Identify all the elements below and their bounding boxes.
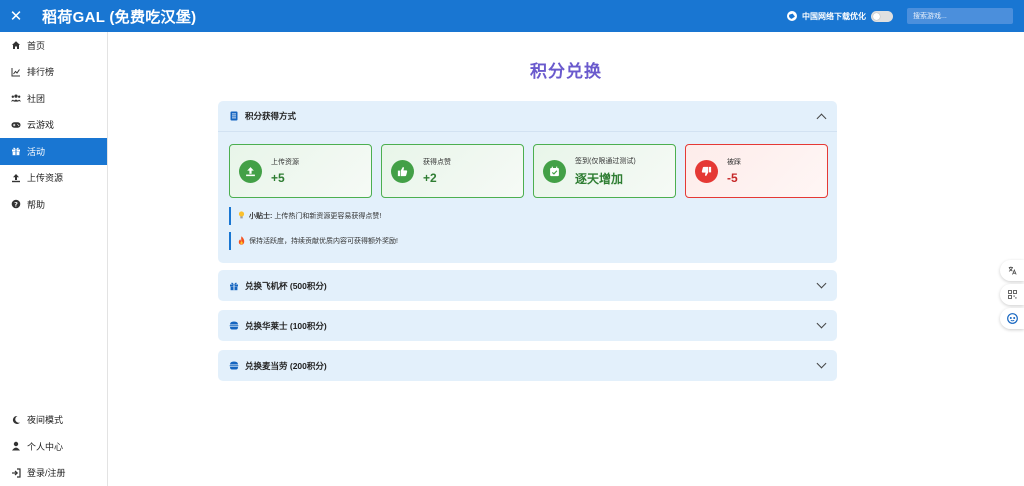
tip-line: 保持活跃度，持续贡献优质内容可获得额外奖励! [229, 232, 398, 250]
sidebar-item-label: 云游戏 [27, 120, 55, 131]
earn-card-label: 获得点赞 [423, 159, 451, 166]
tip-line: 小贴士: 上传热门和新资源更容易获得点赞! [229, 207, 381, 225]
tip-text: 上传热门和新资源更容易获得点赞! [274, 213, 382, 220]
thumbs-down-icon [695, 159, 718, 183]
top-right-tools: 中国网络下载优化 搜索游戏... [787, 8, 1013, 24]
sidebar-item-label: 活动 [27, 146, 46, 157]
sidebar-item-label: 个人中心 [27, 441, 64, 452]
burger-icon [229, 360, 239, 371]
redeem-panel-title: 兑换华莱士 (100积分) [245, 320, 327, 331]
redeem-panel-title: 兑换飞机杯 (500积分) [245, 280, 327, 291]
group-icon [11, 93, 21, 103]
thumbs-up-icon [391, 159, 414, 183]
redeem-panel-wallace[interactable]: 兑换华莱士 (100积分) [218, 310, 837, 341]
close-icon[interactable]: ✕ [0, 7, 32, 25]
translate-icon[interactable] [1000, 260, 1024, 281]
earn-card-label: 上传资源 [271, 159, 299, 166]
network-optimization-toggle[interactable] [871, 10, 893, 22]
upload-icon [239, 159, 262, 183]
network-optimization-label: 中国网络下载优化 [802, 11, 866, 21]
page-title: 积分兑换 [530, 62, 602, 81]
login-icon [11, 468, 21, 478]
sidebar-item-ranking[interactable]: 排行榜 [0, 59, 107, 86]
tip-text: 保持活跃度，持续贡献优质内容可获得额外奖励! [249, 238, 398, 245]
home-icon [11, 40, 21, 50]
earn-points-panel-header[interactable]: 积分获得方式 [218, 101, 837, 132]
earn-cards: 上传资源 +5 获得点赞 +2 签到(仅限通过测试) 逐天增加 被踩 -5 [229, 144, 828, 198]
assistant-robot-icon[interactable] [1000, 308, 1024, 329]
earn-card-label: 签到(仅限通过测试) [575, 157, 636, 165]
svg-text:?: ? [14, 201, 18, 209]
earn-card-value: +5 [271, 171, 285, 185]
tip-bold: 小贴士: [249, 213, 273, 220]
redeem-panel-header[interactable]: 兑换华莱士 (100积分) [218, 310, 837, 341]
calendar-check-icon [543, 159, 566, 183]
earn-card-downvote: 被踩 -5 [685, 144, 828, 198]
chart-icon [11, 67, 21, 77]
sidebar-item-label: 登录/注册 [27, 468, 66, 479]
fire-icon [238, 235, 245, 247]
chevron-down-icon[interactable] [816, 278, 827, 289]
top-app-bar: ✕ 稻荷GAL (免费吃汉堡) 中国网络下载优化 搜索游戏... [0, 0, 1024, 32]
globe-icon [787, 11, 797, 21]
sidebar-item-label: 排行榜 [27, 67, 55, 78]
sidebar-item-help[interactable]: ? 帮助 [0, 191, 107, 218]
sidebar-item-home[interactable]: 首页 [0, 32, 107, 59]
sidebar-item-community[interactable]: 社团 [0, 85, 107, 112]
earn-card-upload: 上传资源 +5 [229, 144, 372, 198]
gift-icon [229, 280, 239, 291]
earn-card-value: -5 [727, 171, 738, 185]
sidebar: 首页 排行榜 社团 云游戏 活动 上传资源 ? 帮助 夜间模式 个人中心 登录/… [0, 32, 108, 486]
sidebar-item-label: 社团 [27, 93, 46, 104]
document-icon [229, 111, 239, 122]
help-icon: ? [11, 199, 21, 209]
gift-icon [11, 146, 21, 156]
sidebar-item-upload[interactable]: 上传资源 [0, 165, 107, 192]
sidebar-item-login[interactable]: 登录/注册 [0, 460, 107, 486]
chevron-up-icon[interactable] [816, 113, 827, 123]
qrcode-icon[interactable] [1000, 284, 1024, 305]
sidebar-item-label: 帮助 [27, 199, 46, 210]
app-title: 稻荷GAL (免费吃汉堡) [42, 8, 197, 26]
earn-card-value: +2 [423, 171, 437, 185]
redeem-panel-title: 兑换麦当劳 (200积分) [245, 360, 327, 371]
search-input[interactable]: 搜索游戏... [907, 8, 1013, 24]
burger-icon [229, 320, 239, 331]
sidebar-item-profile[interactable]: 个人中心 [0, 433, 107, 460]
lightbulb-icon [238, 210, 245, 222]
sidebar-item-label: 首页 [27, 40, 46, 51]
redeem-panel-header[interactable]: 兑换麦当劳 (200积分) [218, 350, 837, 381]
moon-icon [11, 415, 21, 425]
sidebar-item-night-mode[interactable]: 夜间模式 [0, 407, 107, 434]
user-icon [11, 441, 21, 451]
earn-card-likes: 获得点赞 +2 [381, 144, 524, 198]
redeem-panel-cup[interactable]: 兑换飞机杯 (500积分) [218, 270, 837, 301]
gamepad-icon [11, 120, 21, 130]
network-optimization: 中国网络下载优化 [787, 10, 893, 22]
sidebar-item-cloud-game[interactable]: 云游戏 [0, 112, 107, 139]
sidebar-item-label: 上传资源 [27, 173, 64, 184]
redeem-panel-mcdonalds[interactable]: 兑换麦当劳 (200积分) [218, 350, 837, 381]
earn-card-checkin: 签到(仅限通过测试) 逐天增加 [533, 144, 676, 198]
chevron-down-icon[interactable] [816, 318, 827, 329]
earn-card-value: 逐天增加 [575, 171, 624, 186]
sidebar-bottom: 夜间模式 个人中心 登录/注册 [0, 407, 107, 486]
sidebar-item-events[interactable]: 活动 [0, 138, 107, 165]
chevron-down-icon[interactable] [816, 358, 827, 369]
earn-points-panel: 积分获得方式 上传资源 +5 获得点赞 +2 签到(仅限通过测试) 逐天增加 被… [218, 101, 837, 263]
redeem-panel-header[interactable]: 兑换飞机杯 (500积分) [218, 270, 837, 301]
sidebar-item-label: 夜间模式 [27, 415, 64, 426]
upload-icon [11, 173, 21, 183]
earn-card-label: 被踩 [727, 159, 741, 166]
earn-points-title: 积分获得方式 [245, 111, 297, 121]
